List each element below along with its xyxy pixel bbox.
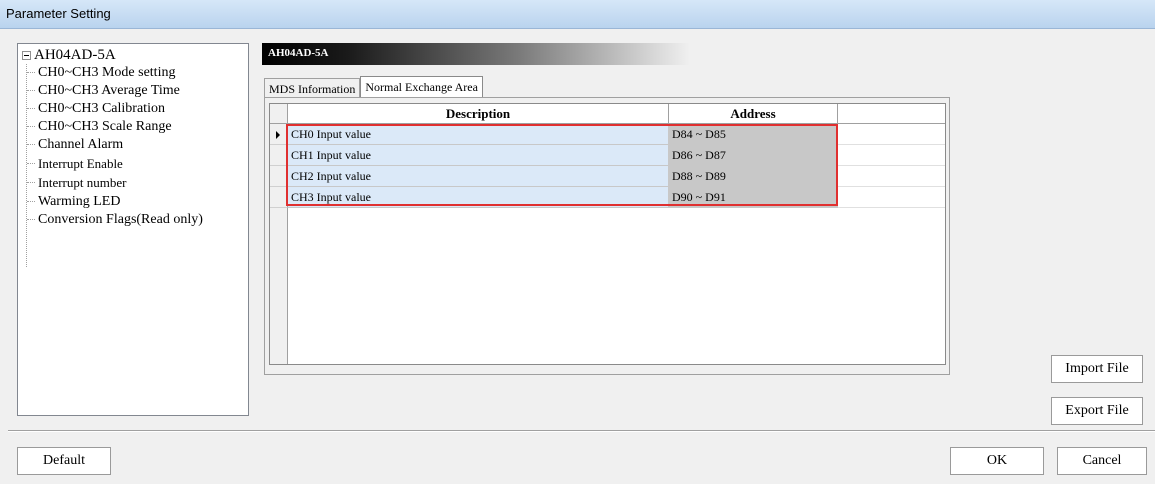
tree-item-interrupt-enable[interactable]: Interrupt Enable — [27, 155, 123, 172]
row-filler — [838, 166, 945, 187]
exchange-area-grid[interactable]: Description Address CH0 Input value D84 … — [269, 103, 946, 365]
row-filler — [838, 145, 945, 166]
tree-item-conversion-flags[interactable]: Conversion Flags(Read only) — [27, 211, 203, 228]
cell-description[interactable]: CH2 Input value — [288, 166, 669, 187]
tab-mds-information[interactable]: MDS Information — [264, 78, 361, 99]
grid-corner — [270, 104, 288, 124]
row-header-current-arrow-icon[interactable] — [270, 124, 288, 145]
ok-button[interactable]: OK — [950, 447, 1044, 475]
default-button[interactable]: Default — [17, 447, 111, 475]
row-filler — [838, 124, 945, 145]
tree-item-mode-setting[interactable]: CH0~CH3 Mode setting — [27, 64, 175, 81]
tree-branch-line — [27, 144, 35, 145]
parameter-tree[interactable]: AH04AD-5A CH0~CH3 Mode setting CH0~CH3 A… — [17, 43, 249, 416]
module-header-label: AH04AD-5A — [268, 47, 329, 59]
tree-item-label: CH0~CH3 Calibration — [38, 100, 165, 116]
window-left-frame — [0, 29, 8, 484]
row-header[interactable] — [270, 187, 288, 208]
cell-address[interactable]: D84 ~ D85 — [669, 124, 838, 145]
tree-root[interactable]: AH04AD-5A — [22, 46, 116, 64]
import-file-button[interactable]: Import File — [1051, 355, 1143, 383]
tab-strip: MDS Information Normal Exchange Area — [264, 76, 483, 99]
tree-branch-line — [27, 90, 35, 91]
cancel-button[interactable]: Cancel — [1057, 447, 1147, 475]
tree-item-channel-alarm[interactable]: Channel Alarm — [27, 136, 123, 153]
cell-address[interactable]: D86 ~ D87 — [669, 145, 838, 166]
tree-item-label: Warming LED — [38, 193, 121, 209]
row-header-empty-area — [270, 208, 288, 364]
window-title: Parameter Setting — [6, 6, 111, 21]
column-header-address[interactable]: Address — [669, 104, 838, 124]
window-titlebar: Parameter Setting — [0, 0, 1155, 29]
tree-item-label: Interrupt number — [38, 174, 127, 190]
tree-branch-line — [27, 201, 35, 202]
cell-address[interactable]: D88 ~ D89 — [669, 166, 838, 187]
tree-item-interrupt-number[interactable]: Interrupt number — [27, 174, 126, 191]
grid-empty-area — [288, 208, 945, 364]
tree-item-label: Conversion Flags(Read only) — [38, 211, 203, 227]
row-filler — [838, 187, 945, 208]
tree-item-calibration[interactable]: CH0~CH3 Calibration — [27, 100, 165, 117]
row-header[interactable] — [270, 145, 288, 166]
tree-branch-line — [27, 163, 35, 164]
column-header-description[interactable]: Description — [288, 104, 669, 124]
tab-normal-exchange-area[interactable]: Normal Exchange Area — [360, 76, 483, 99]
module-header-bar: AH04AD-5A — [262, 43, 690, 65]
tree-item-label: CH0~CH3 Average Time — [38, 82, 180, 98]
cell-address[interactable]: D90 ~ D91 — [669, 187, 838, 208]
column-header-filler — [838, 104, 945, 124]
tree-branch-line — [27, 72, 35, 73]
tree-branch-line — [27, 182, 35, 183]
tree-item-label: CH0~CH3 Scale Range — [38, 118, 172, 134]
cell-description[interactable]: CH3 Input value — [288, 187, 669, 208]
collapse-icon[interactable] — [22, 50, 31, 60]
row-header[interactable] — [270, 166, 288, 187]
tree-branch-line — [27, 219, 35, 220]
tree-item-label: Interrupt Enable — [38, 155, 123, 171]
tree-item-scale-range[interactable]: CH0~CH3 Scale Range — [27, 118, 172, 135]
tree-item-average-time[interactable]: CH0~CH3 Average Time — [27, 82, 180, 99]
tree-item-warming-led[interactable]: Warming LED — [27, 193, 120, 210]
export-file-button[interactable]: Export File — [1051, 397, 1143, 425]
tree-branch-line — [27, 108, 35, 109]
tree-branch-line — [27, 126, 35, 127]
footer-separator — [8, 430, 1155, 432]
cell-description[interactable]: CH0 Input value — [288, 124, 669, 145]
cell-description[interactable]: CH1 Input value — [288, 145, 669, 166]
tree-item-label: Channel Alarm — [38, 136, 124, 152]
tree-root-label: AH04AD-5A — [34, 46, 116, 63]
tree-item-label: CH0~CH3 Mode setting — [38, 64, 176, 80]
